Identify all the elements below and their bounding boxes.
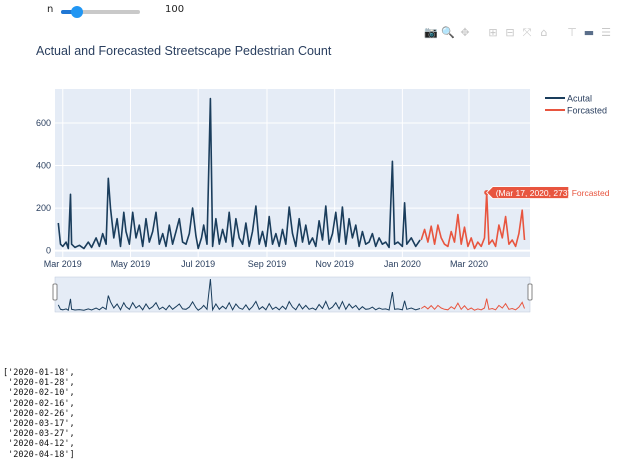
hover-tooltip-text: (Mar 17, 2020, 273) [496,188,571,198]
y-tick-label: 400 [36,161,51,171]
x-tick-label: Mar 2020 [450,259,488,269]
output-line: '2020-02-10', [3,388,75,399]
cell-output: ['2020-01-18', '2020-01-28', '2020-02-10… [3,368,75,460]
output-line: '2020-04-18'] [3,449,75,460]
rangeslider-right-handle[interactable] [527,283,533,301]
x-tick-label: Jan 2020 [384,259,421,269]
x-tick-label: Sep 2019 [248,259,287,269]
y-tick-label: 600 [36,118,51,128]
output-line: '2020-03-17', [3,419,75,430]
output-line: '2020-02-16', [3,398,75,409]
hover-tooltip-series: Forcasted [572,188,610,198]
x-tick-label: Nov 2019 [315,259,354,269]
plot-figure: Mar 2019 May 2019 Jul 2019 Sep 2019 Nov 2019… [36,89,610,313]
output-line: ['2020-01-18', [3,368,75,378]
rangeslider-left-handle[interactable] [52,283,58,301]
legend-item-forcasted[interactable]: Forcasted [567,106,607,116]
output-line: '2020-02-26', [3,408,75,419]
x-tick-label: May 2019 [111,259,151,269]
x-tick-label: Jul 2019 [181,259,215,269]
y-tick-label: 0 [46,246,51,256]
output-line: '2020-03-27', [3,429,75,440]
output-line: '2020-04-12', [3,439,75,450]
legend-item-acutal[interactable]: Acutal [567,94,592,104]
y-tick-label: 200 [36,203,51,213]
x-tick-label: Mar 2019 [44,259,82,269]
output-line: '2020-01-28', [3,378,75,389]
